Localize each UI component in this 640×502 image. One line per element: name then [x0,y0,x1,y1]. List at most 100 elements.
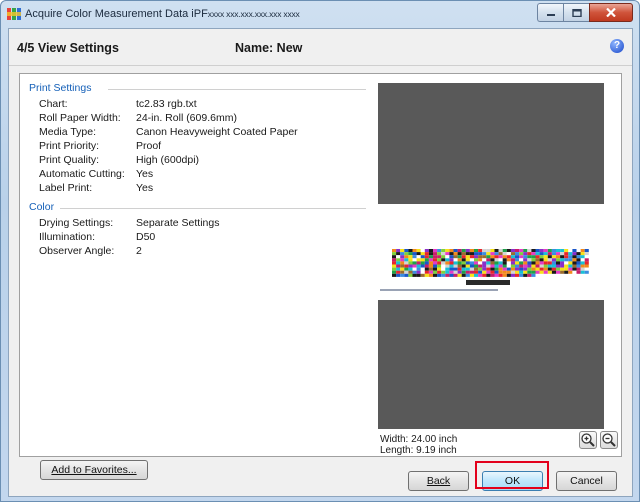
color-patch [486,252,491,256]
color-patch [449,270,454,274]
color-patch [445,264,450,268]
color-patch [543,249,548,253]
color-patch [404,267,409,271]
color-patch [474,270,479,274]
color-patch [510,270,515,274]
add-to-favorites-button[interactable]: Add to Favorites... [40,460,148,480]
color-patch [531,267,536,271]
color-patch [506,249,511,253]
print-preview[interactable] [378,83,604,429]
preview-width: Width: 24.00 inch [380,434,458,445]
print-settings-divider [108,89,366,90]
color-patch [576,252,581,256]
color-patch [469,261,474,265]
color-patch [441,252,446,256]
color-patch [420,270,425,274]
color-patch [457,267,462,271]
color-patch [408,264,413,268]
help-icon[interactable]: ? [610,39,624,53]
color-patch [437,258,442,262]
color-patch [568,264,573,268]
color-patch [556,258,561,262]
close-button[interactable] [589,3,633,22]
color-patch [527,270,532,274]
color-patch [449,261,454,265]
color-patch [543,255,548,259]
color-patch [469,264,474,268]
color-patch [519,261,524,265]
color-patch [428,252,433,256]
color-patch [437,261,442,265]
color-patch [510,258,515,262]
color-patch [506,267,511,271]
maximize-button[interactable] [563,3,589,22]
color-patch [486,264,491,268]
color-patch [506,273,511,277]
zoom-out-button[interactable] [600,431,618,449]
preview-length: Length: 9.19 inch [380,445,457,456]
setting-value: Proof [136,140,162,152]
color-patch [416,261,421,265]
color-patch [568,249,573,253]
color-patch [461,252,466,256]
color-patch [498,264,503,268]
color-patch [568,267,573,271]
color-patch [396,273,401,277]
color-patch [433,267,438,271]
cancel-button[interactable]: Cancel [556,471,617,491]
print-settings-title: Print Settings [29,82,92,94]
minimize-button[interactable] [537,3,563,22]
color-patch [556,255,561,259]
color-patch [502,267,507,271]
back-button[interactable]: Back [408,471,469,491]
color-patch [392,264,397,268]
color-patch [584,267,589,271]
color-patch [547,252,552,256]
color-patch [580,258,585,262]
color-patch [478,252,483,256]
color-patch [424,252,429,256]
color-patch [539,255,544,259]
color-patch [486,255,491,259]
color-patch [433,252,438,256]
color-patch [547,258,552,262]
color-patch [396,252,401,256]
color-patch [453,270,458,274]
color-patch [584,255,589,259]
color-patch [535,261,540,265]
color-patch [453,255,458,259]
color-patch [506,258,511,262]
color-patch [445,255,450,259]
color-patch [510,273,515,277]
color-patch [400,252,405,256]
color-patch [437,267,442,271]
color-patch [445,261,450,265]
color-patch [453,261,458,265]
color-patch [523,267,528,271]
color-patch [428,270,433,274]
color-patch [564,249,569,253]
color-patch [490,264,495,268]
color-patch [584,270,589,274]
color-patch [461,267,466,271]
setting-value: Canon Heavyweight Coated Paper [136,126,298,138]
window-controls [537,3,633,22]
setting-label: Chart: [39,98,68,110]
color-patch [433,249,438,253]
color-patch [580,261,585,265]
color-patch [412,261,417,265]
zoom-in-button[interactable] [579,431,597,449]
setting-value: Separate Settings [136,217,220,229]
color-patch [494,264,499,268]
color-patch [465,267,470,271]
color-patch [572,261,577,265]
color-patch [564,264,569,268]
color-patch [527,252,532,256]
title-bar[interactable]: Acquire Color Measurement Data iPFxxxx x… [1,1,639,27]
color-patch [519,270,524,274]
color-patch [576,264,581,268]
color-patch [461,249,466,253]
color-patch [445,258,450,262]
color-patch [465,270,470,274]
color-patch [445,270,450,274]
